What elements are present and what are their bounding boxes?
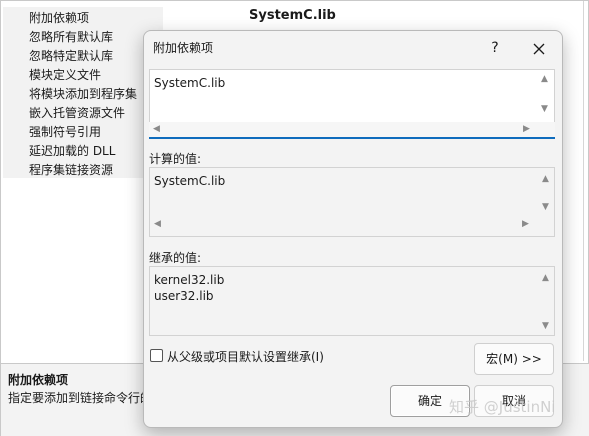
- property-row[interactable]: 延迟加载的 DLL: [3, 140, 163, 159]
- computed-value-box[interactable]: SystemC.lib ▲ ▼ ◀ ▶: [149, 167, 555, 237]
- scroll-right-icon[interactable]: ▶: [523, 124, 530, 134]
- scroll-left-icon[interactable]: ◀: [154, 219, 161, 229]
- property-row[interactable]: 将模块添加到程序集: [3, 83, 163, 102]
- property-name: 附加依赖项: [29, 11, 90, 25]
- computed-vertical-scrollbar[interactable]: ▲ ▼: [540, 170, 554, 234]
- help-button[interactable]: ?: [480, 35, 510, 61]
- inherit-checkbox[interactable]: [150, 349, 163, 362]
- scroll-left-icon[interactable]: ◀: [153, 124, 160, 134]
- property-name: 模块定义文件: [29, 68, 102, 82]
- property-row[interactable]: 模块定义文件: [3, 64, 163, 83]
- divider: [583, 1, 584, 361]
- scroll-up-icon[interactable]: ▲: [542, 174, 549, 184]
- inherited-value-box[interactable]: kernel32.lib user32.lib ▲ ▼: [149, 266, 555, 336]
- property-row[interactable]: 忽略所有默认库: [3, 26, 163, 45]
- property-row[interactable]: 嵌入托管资源文件: [3, 102, 163, 121]
- scroll-down-icon[interactable]: ▼: [541, 104, 548, 114]
- inherited-value-label: 继承的值:: [149, 251, 202, 265]
- property-value-row[interactable]: SystemC.lib: [163, 7, 583, 26]
- computed-horizontal-scrollbar[interactable]: ◀ ▶: [150, 218, 540, 233]
- description-text: 指定要添加到链接命令行的: [8, 391, 153, 405]
- property-name: 程序集链接资源: [29, 163, 114, 177]
- property-name: 嵌入托管资源文件: [29, 106, 126, 120]
- additional-dependencies-dialog: 附加依赖项 ? SystemC.lib ▲ ▼ ◀ ▶ 计算的值: System…: [143, 30, 563, 428]
- inherited-value: user32.lib: [154, 289, 214, 303]
- edit-horizontal-scrollbar[interactable]: ◀ ▶: [149, 122, 555, 137]
- macro-button[interactable]: 宏(M) >>: [474, 343, 554, 375]
- close-button[interactable]: [524, 35, 554, 61]
- edit-value: SystemC.lib: [154, 76, 226, 90]
- computed-value: SystemC.lib: [154, 174, 226, 188]
- property-value: SystemC.lib: [249, 8, 336, 23]
- property-row[interactable]: 强制符号引用: [3, 121, 163, 140]
- property-name: 忽略特定默认库: [29, 49, 114, 63]
- scroll-up-icon[interactable]: ▲: [542, 273, 549, 283]
- inherited-vertical-scrollbar[interactable]: ▲ ▼: [540, 269, 554, 333]
- watermark: 知乎 @JustinNi: [449, 398, 556, 416]
- computed-value-label: 计算的值:: [149, 152, 202, 166]
- inherit-checkbox-label[interactable]: 从父级或项目默认设置继承(I): [167, 348, 324, 365]
- inherited-value: kernel32.lib: [154, 273, 225, 287]
- scroll-right-icon[interactable]: ▶: [522, 219, 529, 229]
- dialog-title: 附加依赖项: [153, 41, 214, 55]
- property-row[interactable]: 程序集链接资源: [3, 159, 163, 178]
- scroll-up-icon[interactable]: ▲: [541, 74, 548, 84]
- description-title: 附加依赖项: [8, 373, 69, 387]
- edit-vertical-scrollbar[interactable]: ▲ ▼: [539, 70, 553, 122]
- focus-underline: [149, 137, 555, 139]
- scroll-down-icon[interactable]: ▼: [542, 202, 549, 212]
- property-name: 强制符号引用: [29, 125, 102, 139]
- close-icon: [533, 43, 545, 54]
- property-name: 将模块添加到程序集: [29, 87, 138, 101]
- property-name: 延迟加载的 DLL: [29, 144, 116, 158]
- property-row[interactable]: 附加依赖项: [3, 7, 163, 26]
- property-name: 忽略所有默认库: [29, 30, 114, 44]
- scroll-down-icon[interactable]: ▼: [542, 321, 549, 331]
- property-row[interactable]: 忽略特定默认库: [3, 45, 163, 64]
